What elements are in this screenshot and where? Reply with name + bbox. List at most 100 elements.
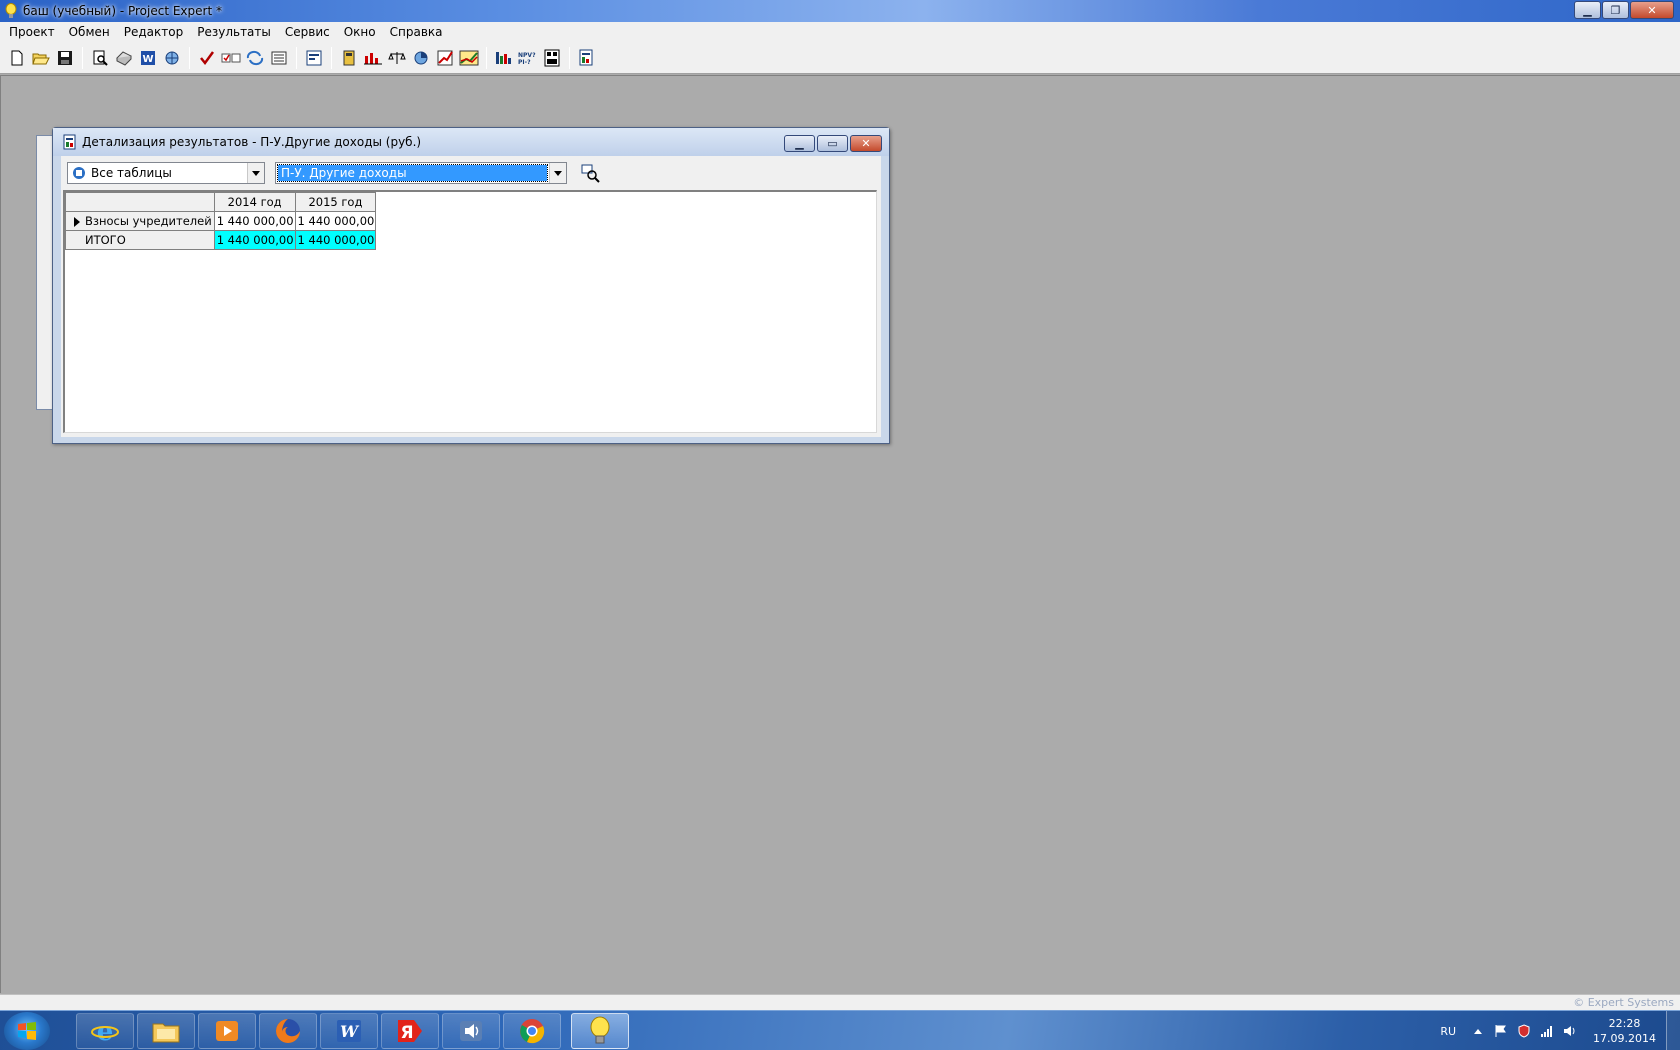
value-cell[interactable]: 1 440 000,00 bbox=[294, 211, 377, 231]
menu-window[interactable]: Окно bbox=[337, 22, 383, 42]
check-button[interactable] bbox=[196, 47, 218, 69]
chevron-up-icon bbox=[1474, 1028, 1483, 1034]
lightbulb-icon bbox=[5, 3, 17, 18]
table-header-row: 2014 год 2015 год bbox=[65, 192, 377, 212]
app-title-bar[interactable]: баш (учебный) - Project Expert * ▁ ❐ ✕ bbox=[0, 0, 1680, 22]
table-button[interactable] bbox=[338, 47, 360, 69]
close-button[interactable]: ✕ bbox=[1630, 1, 1674, 19]
toolbar-separator bbox=[569, 46, 570, 69]
new-file-button[interactable] bbox=[6, 47, 28, 69]
detail-results-icon bbox=[579, 49, 593, 65]
taskbar-word[interactable]: W bbox=[320, 1013, 378, 1049]
item-dropdown[interactable]: П-У. Другие доходы bbox=[275, 162, 567, 184]
taskbar-yandex[interactable]: Я bbox=[381, 1013, 439, 1049]
menu-editor[interactable]: Редактор bbox=[117, 22, 190, 42]
toolbar-separator bbox=[486, 46, 487, 69]
taskbar-explorer[interactable] bbox=[137, 1013, 195, 1049]
chart-icon bbox=[364, 52, 382, 64]
child-maximize-button[interactable]: ▭ bbox=[817, 135, 848, 152]
report-button[interactable] bbox=[303, 47, 325, 69]
restore-button[interactable]: ❐ bbox=[1602, 1, 1629, 19]
npv-pi-button[interactable]: NPV? PI-? bbox=[517, 47, 539, 69]
value-cell[interactable]: 1 440 000,00 bbox=[213, 211, 296, 231]
detail-results-icon bbox=[63, 134, 76, 150]
clock[interactable]: 22:28 17.09.2014 bbox=[1593, 1016, 1656, 1046]
print-button[interactable] bbox=[113, 47, 135, 69]
svg-text:Я: Я bbox=[400, 1023, 413, 1043]
menu-results[interactable]: Результаты bbox=[190, 22, 278, 42]
app-window-controls: ▁ ❐ ✕ bbox=[1574, 1, 1674, 19]
audio-icon bbox=[460, 1021, 482, 1041]
start-button[interactable] bbox=[4, 1012, 50, 1050]
menu-exchange[interactable]: Обмен bbox=[62, 22, 117, 42]
print-preview-button[interactable] bbox=[89, 47, 111, 69]
project-expert-icon bbox=[590, 1016, 610, 1044]
svg-text:W: W bbox=[340, 1022, 360, 1041]
npv-pi-icon: NPV?PI-? bbox=[518, 52, 536, 66]
row-header[interactable]: Взносы учредителей bbox=[65, 211, 215, 231]
menu-bar: Проект Обмен Редактор Результаты Сервис … bbox=[0, 22, 1680, 42]
taskbar-ie[interactable]: e bbox=[76, 1013, 134, 1049]
svg-text:W: W bbox=[142, 54, 153, 65]
child-close-button[interactable]: ✕ bbox=[850, 135, 882, 152]
monte-carlo-icon bbox=[544, 49, 560, 66]
total-value-cell[interactable]: 1 440 000,00 bbox=[294, 230, 377, 250]
open-button[interactable] bbox=[30, 47, 52, 69]
trend-chart-button[interactable] bbox=[458, 47, 480, 69]
word-icon: W bbox=[337, 1020, 361, 1042]
word-export-button[interactable]: W bbox=[137, 47, 159, 69]
action-center-icon[interactable] bbox=[1493, 1023, 1509, 1039]
dropdown-arrow-button[interactable] bbox=[549, 163, 566, 183]
list-button[interactable] bbox=[268, 47, 290, 69]
word-icon: W bbox=[141, 50, 155, 65]
analysis-button[interactable] bbox=[410, 47, 432, 69]
save-button[interactable] bbox=[54, 47, 76, 69]
network-icon[interactable] bbox=[1539, 1023, 1555, 1039]
graph-icon bbox=[437, 50, 453, 65]
taskbar-media-player[interactable] bbox=[198, 1013, 256, 1049]
dropdown-arrow-button[interactable] bbox=[247, 163, 264, 183]
close-icon: ✕ bbox=[1647, 3, 1657, 17]
taskbar-chrome[interactable] bbox=[503, 1013, 561, 1049]
refresh-button[interactable] bbox=[244, 47, 266, 69]
column-header[interactable]: 2014 год bbox=[213, 192, 296, 212]
show-hidden-icons-button[interactable] bbox=[1470, 1023, 1486, 1039]
balance-button[interactable] bbox=[386, 47, 408, 69]
bar-chart-icon bbox=[496, 51, 511, 64]
clock-date: 17.09.2014 bbox=[1593, 1032, 1656, 1045]
svg-text:NPV?: NPV? bbox=[518, 52, 536, 59]
child-title-bar[interactable]: Детализация результатов - П-У.Другие дох… bbox=[53, 128, 889, 156]
monte-carlo-button[interactable] bbox=[541, 47, 563, 69]
results-table: 2014 год 2015 год Взносы учредителей 1 4… bbox=[65, 192, 377, 250]
toolbar-separator bbox=[82, 46, 83, 69]
volume-icon[interactable] bbox=[1562, 1023, 1578, 1039]
taskbar-audio[interactable] bbox=[442, 1013, 500, 1049]
chart-button[interactable] bbox=[362, 47, 384, 69]
menu-project[interactable]: Проект bbox=[2, 22, 62, 42]
total-value-cell[interactable]: 1 440 000,00 bbox=[213, 230, 296, 250]
detail-zoom-button[interactable] bbox=[579, 163, 603, 185]
menu-help[interactable]: Справка bbox=[383, 22, 450, 42]
show-desktop-button[interactable] bbox=[1666, 1011, 1680, 1050]
tables-dropdown[interactable]: Все таблицы bbox=[67, 162, 265, 184]
calculate-icon bbox=[221, 53, 241, 62]
item-dropdown-value: П-У. Другие доходы bbox=[277, 164, 548, 182]
calculate-button[interactable] bbox=[220, 47, 242, 69]
minimize-button[interactable]: ▁ bbox=[1574, 1, 1601, 19]
menu-service[interactable]: Сервис bbox=[278, 22, 337, 42]
taskbar-firefox[interactable] bbox=[259, 1013, 317, 1049]
file-explorer-icon bbox=[152, 1023, 180, 1043]
bar-chart-button[interactable] bbox=[493, 47, 515, 69]
graph-button[interactable] bbox=[434, 47, 456, 69]
antivirus-icon[interactable] bbox=[1516, 1023, 1532, 1039]
internet-explorer-icon: e bbox=[91, 1017, 119, 1045]
row-header[interactable]: ИТОГО bbox=[65, 230, 215, 250]
web-export-button[interactable] bbox=[161, 47, 183, 69]
child-minimize-button[interactable]: ▁ bbox=[784, 135, 815, 152]
language-indicator[interactable]: RU bbox=[1440, 1025, 1456, 1038]
detail-results-button[interactable] bbox=[576, 47, 598, 69]
taskbar-project-expert[interactable] bbox=[571, 1013, 629, 1049]
child-window-controls: ▁ ▭ ✕ bbox=[784, 135, 882, 152]
column-header[interactable]: 2015 год bbox=[294, 192, 377, 212]
chrome-icon bbox=[520, 1019, 545, 1044]
